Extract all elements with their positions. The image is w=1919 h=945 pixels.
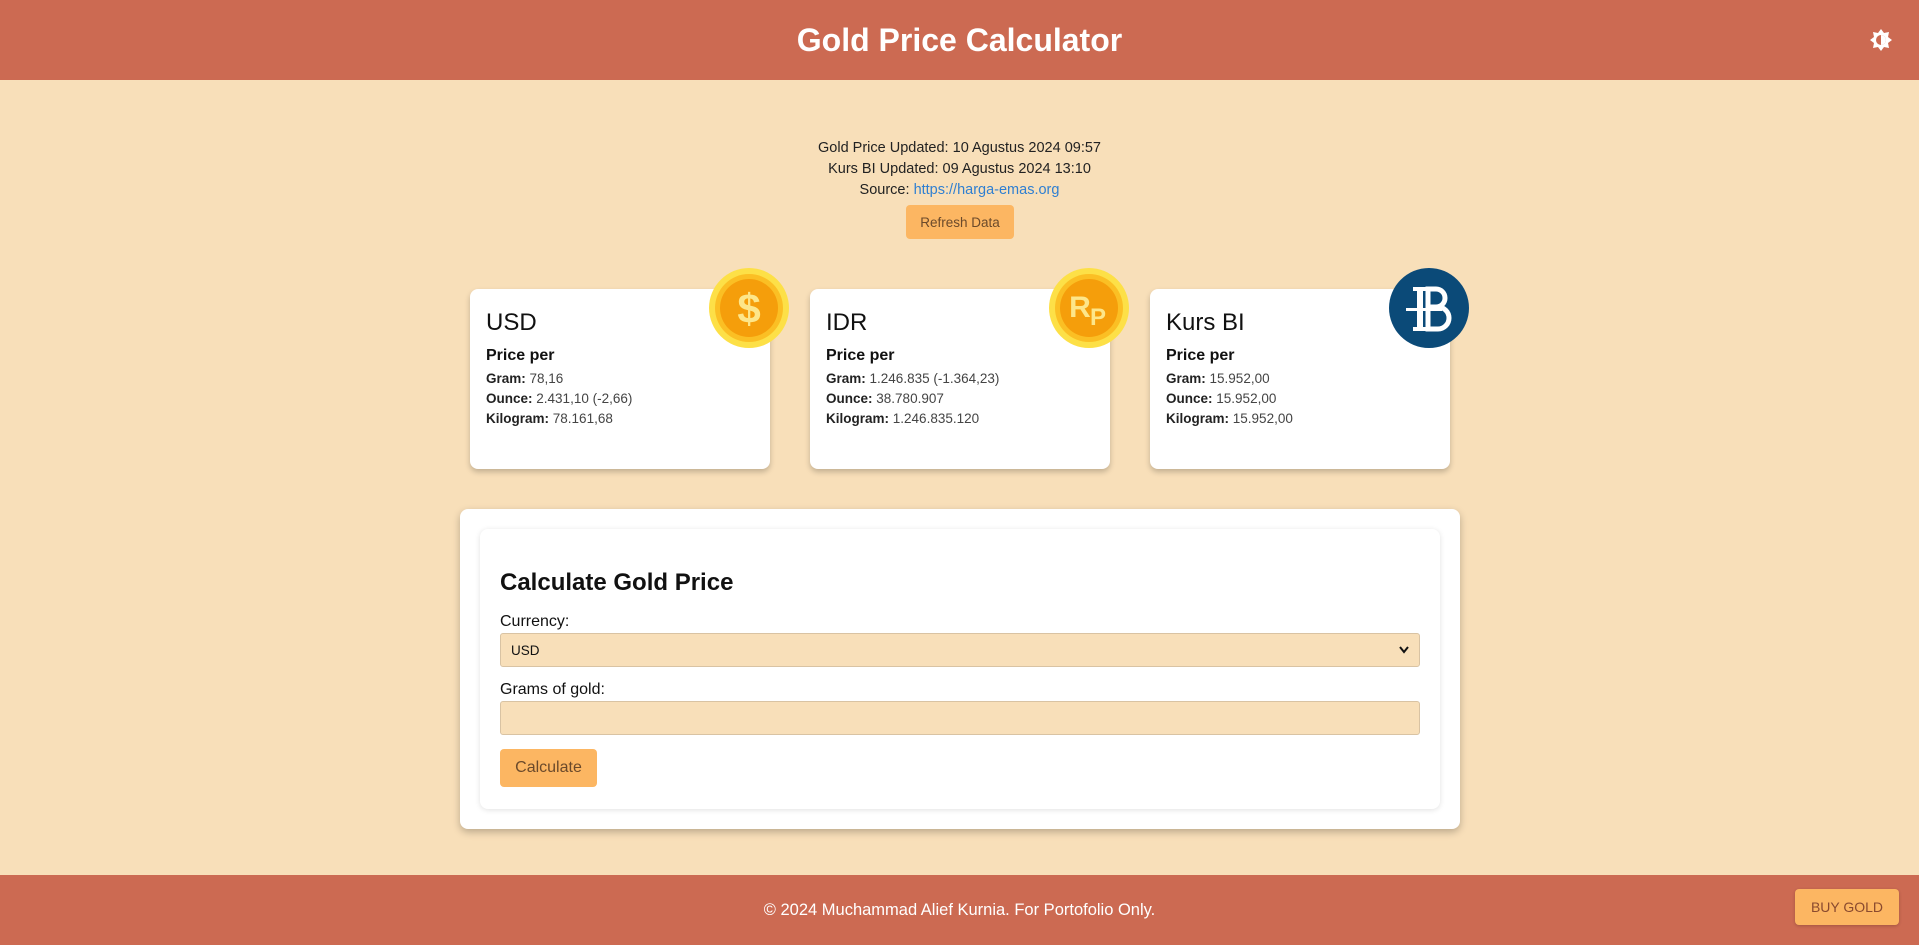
calculate-button[interactable]: Calculate	[500, 749, 597, 787]
update-info: Gold Price Updated: 10 Agustus 2024 09:5…	[0, 138, 1919, 201]
gram-row: Gram: 15.952,00	[1166, 371, 1270, 386]
kilogram-row: Kilogram: 78.161,68	[486, 411, 613, 426]
app-footer: © 2024 Muchammad Alief Kurnia. For Porto…	[0, 875, 1919, 945]
gold-price-updated: Gold Price Updated: 10 Agustus 2024 09:5…	[818, 140, 1101, 156]
svg-text:R: R	[1069, 291, 1091, 324]
gram-row: Gram: 1.246.835 (-1.364,23)	[826, 371, 1000, 386]
svg-text:P: P	[1090, 304, 1106, 331]
grams-input[interactable]	[500, 701, 1420, 735]
svg-text:$: $	[737, 285, 760, 332]
calculator-title: Calculate Gold Price	[500, 569, 734, 596]
currency-label: Currency:	[500, 613, 570, 630]
kurs-bi-price-card: Kurs BI Price per Gram: 15.952,00 Ounce:…	[1150, 268, 1469, 469]
kilogram-row: Kilogram: 15.952,00	[1166, 411, 1293, 426]
kilogram-row: Kilogram: 1.246.835.120	[826, 411, 980, 426]
copyright-text: © 2024 Muchammad Alief Kurnia. For Porto…	[763, 900, 1156, 919]
ounce-row: Ounce: 2.431,10 (-2,66)	[486, 391, 633, 406]
calculator-form: Calculate Gold Price Currency: USD Grams…	[480, 529, 1440, 809]
gram-row: Gram: 78,16	[486, 371, 564, 386]
ounce-row: Ounce: 38.780.907	[826, 391, 944, 406]
card-subtitle: Price per	[1166, 347, 1235, 364]
source-link[interactable]: https://harga-emas.org	[914, 182, 1060, 198]
rupiah-coin-icon: R P	[1049, 268, 1129, 348]
chevron-down-icon	[1399, 646, 1409, 654]
idr-price-card: R P IDR Price per Gram: 1.246.835 (-1.36…	[810, 268, 1129, 469]
kurs-bi-updated: Kurs BI Updated: 09 Agustus 2024 13:10	[828, 161, 1091, 177]
theme-toggle-button[interactable]	[1867, 26, 1895, 54]
grams-label: Grams of gold:	[500, 681, 605, 698]
source-line: Source: https://harga-emas.org	[859, 182, 1060, 198]
currency-select[interactable]: USD	[500, 633, 1420, 667]
buy-gold-button[interactable]: BUY GOLD	[1795, 889, 1899, 925]
refresh-data-button[interactable]: Refresh Data	[906, 205, 1014, 239]
dollar-coin-icon: $	[709, 268, 789, 348]
card-subtitle: Price per	[826, 347, 895, 364]
bank-indonesia-logo-icon	[1389, 268, 1469, 348]
card-subtitle: Price per	[486, 347, 555, 364]
calculator-panel: Calculate Gold Price Currency: USD Grams…	[460, 509, 1460, 829]
ounce-row: Ounce: 15.952,00	[1166, 391, 1277, 406]
currency-selected-value: USD	[511, 642, 540, 658]
usd-price-card: $ USD Price per Gram: 78,16 Ounce: 2.431…	[470, 268, 789, 469]
brightness-icon	[1870, 29, 1892, 51]
app-header: Gold Price Calculator	[0, 0, 1919, 80]
page-title: Gold Price Calculator	[796, 21, 1123, 58]
